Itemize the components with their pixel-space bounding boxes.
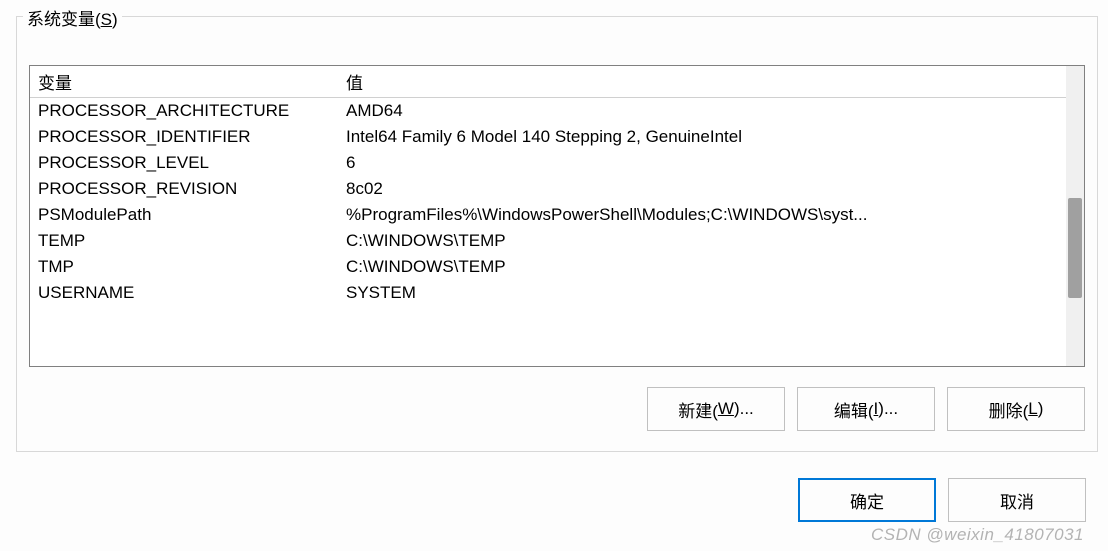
cancel-button[interactable]: 取消 [948,478,1086,522]
groupbox-label: 系统变量(S) [23,5,122,30]
btn-label-hotkey: L [1028,399,1037,419]
cell-value: %ProgramFiles%\WindowsPowerShell\Modules… [338,202,1066,228]
btn-label-suffix: ) [1038,399,1044,419]
cell-variable: PROCESSOR_IDENTIFIER [30,124,338,150]
vertical-scrollbar[interactable] [1066,66,1084,366]
column-header-value[interactable]: 值 [338,66,1066,98]
groupbox-label-prefix: 系统变量( [27,10,101,29]
cell-value: 8c02 [338,176,1066,202]
dialog-button-row: 确定 取消 [798,478,1086,522]
delete-button[interactable]: 删除(L) [947,387,1085,431]
cell-value: Intel64 Family 6 Model 140 Stepping 2, G… [338,124,1066,150]
btn-label-hotkey: W [718,399,734,419]
cell-value: 6 [338,150,1066,176]
cell-variable: PROCESSOR_REVISION [30,176,338,202]
btn-label-prefix: 新建( [678,397,718,422]
system-variables-groupbox: 系统变量(S) 变量 值 PROCESSOR_ARCHITECTURE AMD6… [16,16,1098,452]
groupbox-button-row: 新建(W)... 编辑(I)... 删除(L) [29,387,1085,431]
btn-label-prefix: 删除( [989,397,1029,422]
cell-variable: USERNAME [30,280,338,306]
cell-variable: PSModulePath [30,202,338,228]
cell-value: SYSTEM [338,280,1066,306]
groupbox-label-suffix: ) [112,10,118,29]
cell-variable: TMP [30,254,338,280]
edit-button[interactable]: 编辑(I)... [797,387,935,431]
cell-value: C:\WINDOWS\TEMP [338,254,1066,280]
column-header-variable[interactable]: 变量 [30,66,338,98]
variables-table[interactable]: 变量 值 PROCESSOR_ARCHITECTURE AMD64 PROCES… [29,65,1085,367]
scrollbar-thumb[interactable] [1068,198,1082,298]
btn-label-suffix: )... [878,399,898,419]
cell-value: C:\WINDOWS\TEMP [338,228,1066,254]
table-inner: 变量 值 PROCESSOR_ARCHITECTURE AMD64 PROCES… [30,66,1066,306]
watermark-text: CSDN @weixin_41807031 [871,525,1084,545]
groupbox-label-hotkey: S [101,10,112,29]
cell-variable: PROCESSOR_ARCHITECTURE [30,98,338,124]
btn-label-prefix: 编辑( [834,397,874,422]
cell-variable: PROCESSOR_LEVEL [30,150,338,176]
cell-value: AMD64 [338,98,1066,124]
new-button[interactable]: 新建(W)... [647,387,785,431]
btn-label-suffix: )... [734,399,754,419]
dialog-container: 系统变量(S) 变量 值 PROCESSOR_ARCHITECTURE AMD6… [0,0,1108,551]
cell-variable: TEMP [30,228,338,254]
ok-button[interactable]: 确定 [798,478,936,522]
